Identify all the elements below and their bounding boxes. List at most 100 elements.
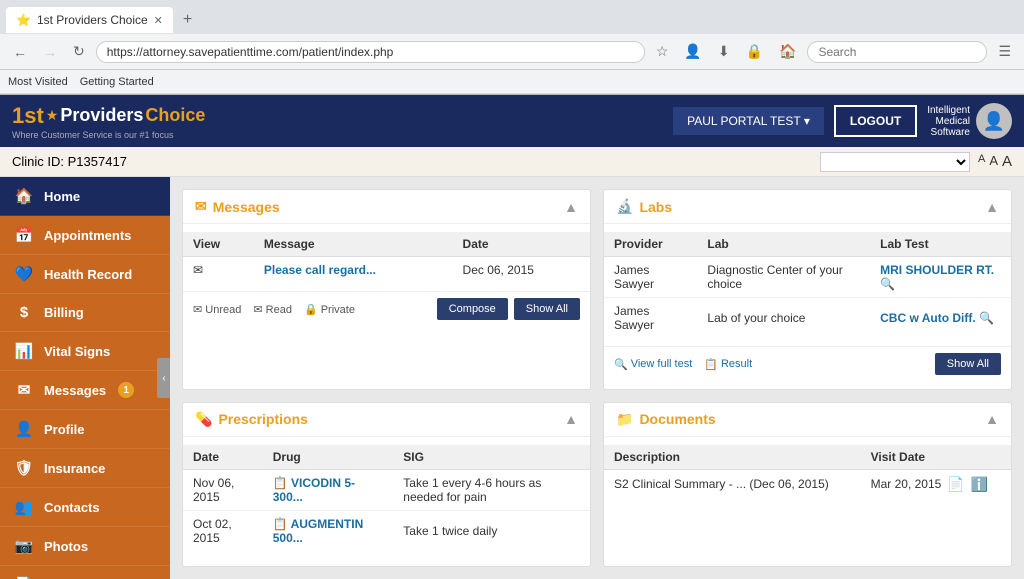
home-browser-button[interactable]: 🏠 bbox=[774, 41, 801, 62]
labs-col-test: Lab Test bbox=[870, 232, 1011, 257]
messages-show-all-button[interactable]: Show All bbox=[514, 298, 580, 320]
address-bar[interactable] bbox=[96, 41, 645, 63]
forward-button[interactable]: → bbox=[38, 42, 62, 62]
messages-card-title: ✉ Messages bbox=[195, 198, 280, 215]
labs-collapse-button[interactable]: ▲ bbox=[985, 199, 999, 215]
lang-select-area: A A A bbox=[820, 152, 1012, 172]
user-account-button[interactable]: 👤 bbox=[679, 41, 706, 62]
insurance-icon: 🛡 bbox=[14, 459, 34, 477]
bookmark-button[interactable]: ☆ bbox=[651, 41, 674, 62]
labs-col-provider: Provider bbox=[604, 232, 697, 257]
prescriptions-card-title: 💊 Prescriptions bbox=[195, 411, 308, 428]
ims-line3: Software bbox=[927, 127, 970, 138]
tab-favicon: ⭐ bbox=[16, 13, 31, 27]
docs-row-1: S2 Clinical Summary - ... (Dec 06, 2015)… bbox=[604, 469, 1011, 499]
labs-show-all-button[interactable]: Show All bbox=[935, 353, 1001, 375]
sidebar-item-health-record[interactable]: 💙 Health Record bbox=[0, 255, 170, 294]
bookmark-most-visited[interactable]: Most Visited bbox=[8, 76, 68, 88]
portal-test-button[interactable]: PAUL PORTAL TEST ▾ bbox=[673, 107, 824, 135]
ims-line2: Medical bbox=[927, 116, 970, 127]
rx-row2-drug[interactable]: 📋 AUGMENTIN 500... bbox=[263, 510, 394, 551]
prescriptions-collapse-button[interactable]: ▲ bbox=[564, 411, 578, 427]
messages-icon: ✉ bbox=[14, 381, 34, 399]
documents-card: 📁 Documents ▲ Description Visit Date bbox=[603, 402, 1012, 568]
sidebar-item-messages[interactable]: ✉ Messages 1 bbox=[0, 371, 170, 410]
result-link[interactable]: 📋 Result bbox=[704, 358, 752, 371]
messages-card: ✉ Messages ▲ View Message Date bbox=[182, 189, 591, 390]
messages-collapse-button[interactable]: ▲ bbox=[564, 199, 578, 215]
sidebar-item-vital-signs[interactable]: 📊 Vital Signs bbox=[0, 332, 170, 371]
rx-row1-drug[interactable]: 📋 VICODIN 5-300... bbox=[263, 469, 394, 510]
sidebar-item-home[interactable]: 🏠 Home bbox=[0, 177, 170, 216]
ims-avatar: 👤 bbox=[976, 103, 1012, 139]
labs-card: 🔬 Labs ▲ Provider Lab Lab Test bbox=[603, 189, 1012, 390]
labs-row1-test[interactable]: MRI SHOULDER RT. 🔍 bbox=[870, 257, 1011, 298]
text-size-large[interactable]: A bbox=[1002, 153, 1012, 170]
messages-row-message[interactable]: Please call regard... bbox=[254, 257, 453, 284]
tab-close-btn[interactable]: ✕ bbox=[154, 14, 163, 27]
documents-card-title: 📁 Documents bbox=[616, 411, 716, 428]
prescriptions-table: Date Drug SIG Nov 06, 2015 📋 VICODIN 5-3… bbox=[183, 445, 590, 551]
sidebar-item-photos[interactable]: 📷 Photos bbox=[0, 527, 170, 566]
messages-card-header: ✉ Messages ▲ bbox=[183, 190, 590, 224]
sidebar-item-billing[interactable]: $ Billing bbox=[0, 294, 170, 332]
sidebar-label-photos: Photos bbox=[44, 539, 88, 554]
text-size-medium[interactable]: A bbox=[989, 153, 998, 170]
rx-row2-sig: Take 1 twice daily bbox=[393, 510, 590, 551]
labs-row2-test[interactable]: CBC w Auto Diff. 🔍 bbox=[870, 298, 1011, 339]
sidebar-item-appointments[interactable]: 📅 Appointments bbox=[0, 216, 170, 255]
messages-col-date: Date bbox=[453, 232, 590, 257]
prescriptions-card-header: 💊 Prescriptions ▲ bbox=[183, 403, 590, 437]
sidebar-item-contacts[interactable]: 👥 Contacts bbox=[0, 488, 170, 527]
messages-row: ✉ Please call regard... Dec 06, 2015 bbox=[183, 257, 590, 284]
new-tab-button[interactable]: + bbox=[177, 9, 198, 31]
ims-line1: Intelligent bbox=[927, 105, 970, 116]
logo-tagline: Where Customer Service is our #1 focus bbox=[12, 130, 205, 140]
labs-footer-left: 🔍 View full test 📋 Result bbox=[614, 358, 752, 371]
document-view-button[interactable]: 📄 bbox=[947, 476, 964, 493]
logo-choice: Choice bbox=[145, 105, 205, 126]
menu-button[interactable]: ☰ bbox=[993, 41, 1016, 62]
health-record-icon: 💙 bbox=[14, 265, 34, 283]
sidebar-label-insurance: Insurance bbox=[44, 461, 105, 476]
read-filter[interactable]: ✉ Read bbox=[253, 303, 292, 316]
browser-tab[interactable]: ⭐ 1st Providers Choice ✕ bbox=[6, 7, 173, 33]
docs-row1-visit-date: Mar 20, 2015 📄 ℹ️ bbox=[861, 470, 1011, 499]
compose-button[interactable]: Compose bbox=[437, 298, 508, 320]
sidebar-item-profile[interactable]: 👤 Profile bbox=[0, 410, 170, 449]
content-area: ✉ Messages ▲ View Message Date bbox=[170, 177, 1024, 579]
text-size-small[interactable]: A bbox=[978, 153, 985, 170]
back-button[interactable]: ← bbox=[8, 42, 32, 62]
sidebar-item-facesheet[interactable]: 📄 Facesheet bbox=[0, 566, 170, 579]
browser-search-input[interactable] bbox=[807, 41, 987, 63]
unread-filter[interactable]: ✉ Unread bbox=[193, 303, 241, 316]
labs-card-header: 🔬 Labs ▲ bbox=[604, 190, 1011, 224]
documents-card-header: 📁 Documents ▲ bbox=[604, 403, 1011, 437]
messages-table: View Message Date ✉ Please call regard..… bbox=[183, 232, 590, 283]
sidebar-label-messages: Messages bbox=[44, 383, 106, 398]
docs-col-description: Description bbox=[604, 445, 861, 470]
document-info-button[interactable]: ℹ️ bbox=[971, 476, 988, 493]
rx-col-drug: Drug bbox=[263, 445, 394, 470]
view-full-test-link[interactable]: 🔍 View full test bbox=[614, 358, 692, 371]
contacts-icon: 👥 bbox=[14, 498, 34, 516]
bookmark-getting-started[interactable]: Getting Started bbox=[80, 76, 154, 88]
documents-collapse-button[interactable]: ▲ bbox=[985, 411, 999, 427]
sidebar-label-billing: Billing bbox=[44, 305, 84, 320]
logout-button[interactable]: LOGOUT bbox=[834, 105, 917, 137]
messages-card-footer: ✉ Unread ✉ Read 🔒 Private Compose Show A… bbox=[183, 291, 590, 326]
sidebar-collapse-button[interactable]: ‹ bbox=[157, 358, 170, 398]
logo-1st: 1st bbox=[12, 103, 44, 129]
private-filter[interactable]: 🔒 Private bbox=[304, 303, 355, 316]
messages-col-view: View bbox=[183, 232, 254, 257]
refresh-button[interactable]: ↻ bbox=[68, 41, 90, 62]
sidebar-item-insurance[interactable]: 🛡 Insurance bbox=[0, 449, 170, 488]
sidebar: 🏠 Home 📅 Appointments 💙 Health Record $ … bbox=[0, 177, 170, 579]
logo-star-icon: ★ bbox=[46, 107, 59, 124]
messages-footer-buttons: Compose Show All bbox=[437, 298, 580, 320]
security-button[interactable]: 🔒 bbox=[741, 41, 768, 62]
rx-col-sig: SIG bbox=[393, 445, 590, 470]
labs-card-title: 🔬 Labs bbox=[616, 198, 672, 215]
language-select[interactable] bbox=[820, 152, 970, 172]
download-button[interactable]: ⬇ bbox=[713, 41, 735, 62]
